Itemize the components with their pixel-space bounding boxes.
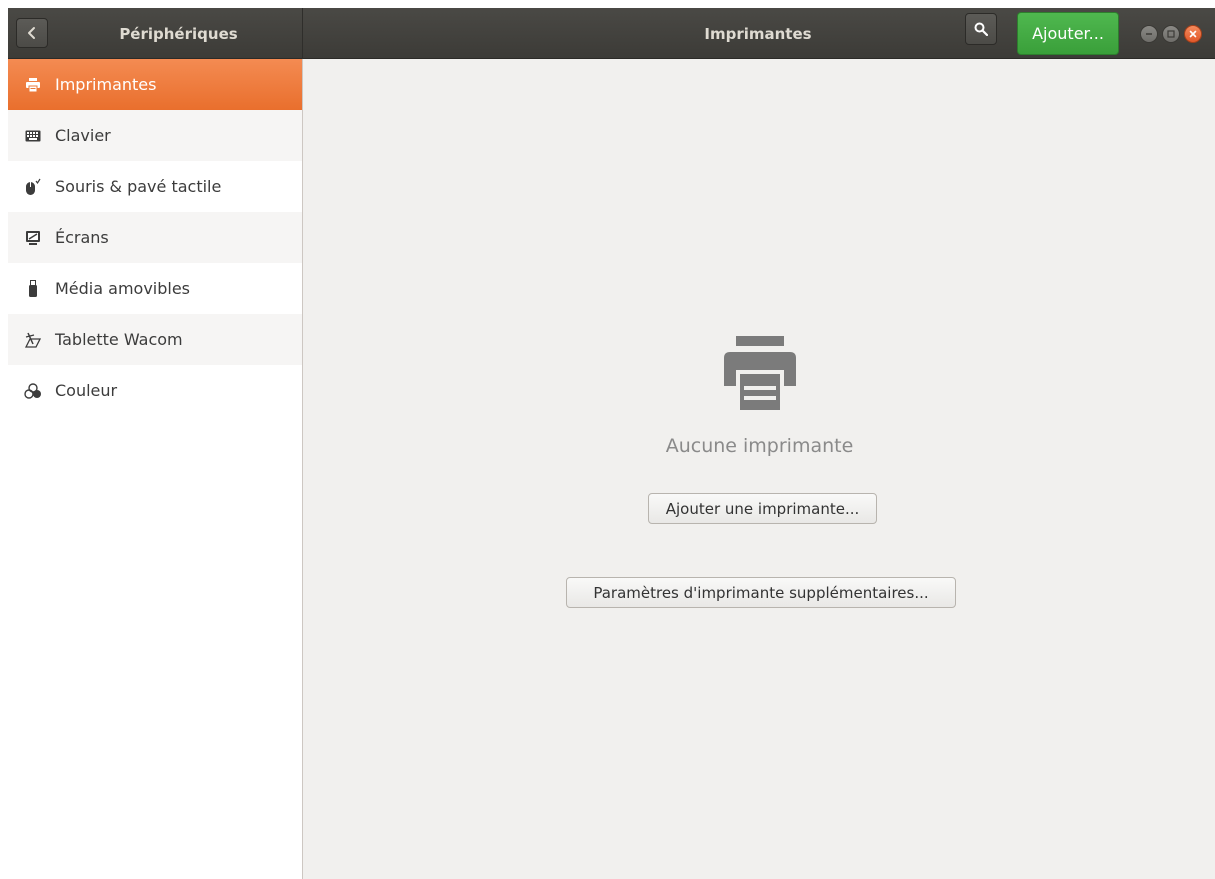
chevron-left-icon [28, 27, 35, 39]
tablet-pen-icon [24, 331, 42, 349]
empty-state-label: Aucune imprimante [665, 435, 854, 457]
header-bar: Périphériques Imprimantes Ajouter... [8, 8, 1215, 59]
add-printer-button[interactable]: Ajouter une imprimante... [648, 493, 877, 524]
sidebar: Imprimantes Clavier Souris & pavé tactil… [8, 59, 303, 879]
sidebar-item-label: Imprimantes [55, 75, 157, 94]
sidebar-item-label: Souris & pavé tactile [55, 177, 222, 196]
minimize-icon [1146, 33, 1152, 35]
color-icon [24, 382, 42, 400]
printer-icon [724, 336, 796, 412]
maximize-icon [1167, 30, 1175, 38]
sidebar-item-ecrans[interactable]: Écrans [8, 212, 302, 263]
sidebar-item-couleur[interactable]: Couleur [8, 365, 302, 416]
sidebar-item-label: Couleur [55, 381, 118, 400]
sidebar-item-souris[interactable]: Souris & pavé tactile [8, 161, 302, 212]
window-controls [1140, 25, 1202, 43]
sidebar-item-imprimantes[interactable]: Imprimantes [8, 59, 302, 110]
maximize-button[interactable] [1162, 25, 1180, 43]
printer-icon [24, 76, 42, 94]
sidebar-item-wacom[interactable]: Tablette Wacom [8, 314, 302, 365]
search-icon [974, 22, 988, 36]
add-button[interactable]: Ajouter... [1017, 12, 1119, 55]
main-content: Aucune imprimante Ajouter une imprimante… [304, 59, 1215, 879]
usb-drive-icon [24, 279, 42, 298]
close-icon [1189, 30, 1197, 38]
header-left-section: Périphériques [8, 8, 303, 59]
close-button[interactable] [1184, 25, 1202, 43]
sidebar-item-label: Média amovibles [55, 279, 191, 298]
back-button[interactable] [16, 18, 48, 48]
sidebar-item-label: Écrans [55, 228, 109, 247]
settings-window: Périphériques Imprimantes Ajouter... Imp… [8, 8, 1215, 879]
panel-title: Périphériques [119, 24, 238, 43]
sidebar-item-clavier[interactable]: Clavier [8, 110, 302, 161]
sidebar-item-media[interactable]: Média amovibles [8, 263, 302, 314]
minimize-button[interactable] [1140, 25, 1158, 43]
search-button[interactable] [965, 13, 997, 45]
sidebar-item-label: Tablette Wacom [55, 330, 183, 349]
additional-printer-settings-button[interactable]: Paramètres d'imprimante supplémentaires.… [566, 577, 956, 608]
mouse-icon [24, 178, 42, 196]
keyboard-icon [24, 127, 42, 145]
sidebar-item-label: Clavier [55, 126, 111, 145]
display-icon [24, 229, 42, 247]
